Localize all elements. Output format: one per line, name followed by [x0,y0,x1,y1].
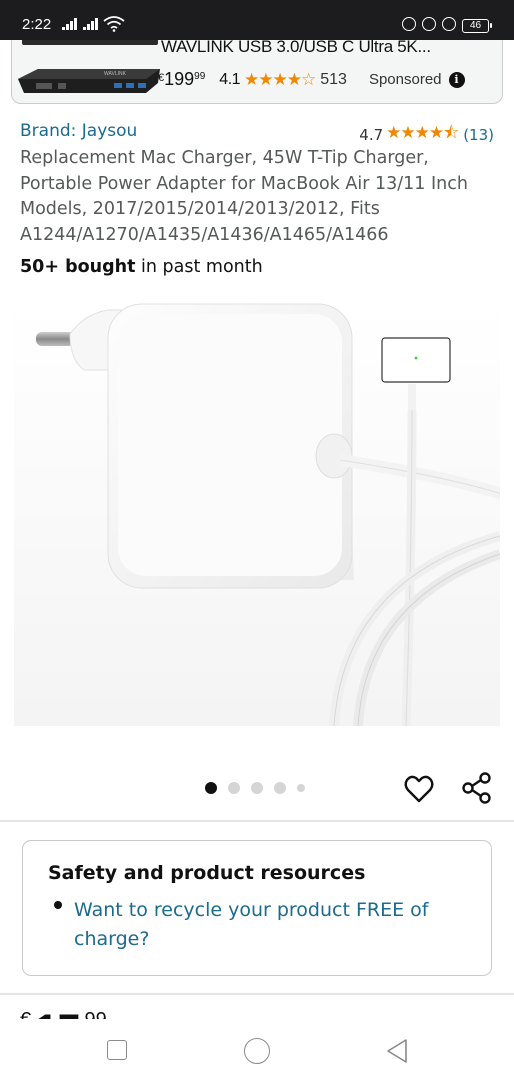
price-fraction: 99 [85,1009,107,1019]
brand-link[interactable]: Brand: Jaysou [20,121,137,141]
ad-price-whole: 199 [164,69,195,89]
status-bar: 2:22 46 [0,0,514,40]
section-divider [0,820,514,822]
ad-image-brand: WAVLINK [104,71,127,77]
ad-review-count: 513 [320,70,347,88]
ad-rating: 4.1 [219,70,241,88]
back-icon[interactable] [384,1038,410,1064]
ad-meta-row: € 199 99 4.1 ★★★★☆ 513 Sponsored i [158,69,465,90]
carousel-dot[interactable] [297,784,305,792]
data-saver-icon [402,17,416,31]
product-image[interactable] [14,300,500,726]
bought-period: in past month [135,257,263,277]
heart-icon[interactable] [403,773,435,805]
signal-strength-icon [62,18,77,30]
status-time: 2:22 [22,16,52,33]
recent-apps-icon[interactable] [107,1040,127,1060]
share-icon[interactable] [461,771,493,805]
alarm-icon [442,17,456,31]
price-currency: € [20,1009,31,1019]
ad-price-fraction: 99 [194,71,206,82]
image-carousel-indicator[interactable] [205,782,305,794]
home-icon[interactable] [244,1038,270,1064]
ad-star-rating-icon: ★★★★☆ [244,69,316,89]
rating-value: 4.7 [359,125,384,144]
product-title: Replacement Mac Charger, 45W T-Tip Charg… [20,148,468,245]
system-nav-bar [0,1019,514,1085]
carousel-dot[interactable] [228,782,240,794]
safety-title: Safety and product resources [48,862,366,884]
ad-title[interactable]: WAVLINK USB 3.0/USB C Ultra 5K... [161,37,431,57]
bought-in-past-month: 50+ bought in past month [20,257,263,277]
section-divider-2 [0,993,514,995]
carousel-dot[interactable] [274,782,286,794]
bullet-icon [54,901,62,909]
battery-icon: 46 [462,19,492,33]
carousel-dot[interactable] [251,782,263,794]
lock-icon [422,17,436,31]
info-icon[interactable]: i [448,71,465,88]
docking-station-image: WAVLINK [18,31,160,93]
safety-resources-box: Safety and product resources Want to rec… [22,840,492,976]
sponsored-label: Sponsored [368,71,442,88]
rating-count-link[interactable]: (13) [463,126,494,144]
star-rating-icon: ★★★★⯪ [386,123,459,143]
product-rating[interactable]: 4.7 ★★★★⯪ (13) [359,120,494,149]
signal-strength-icon-2 [83,18,98,30]
recycle-link[interactable]: Want to recycle your product FREE of cha… [74,896,474,953]
carousel-dot[interactable] [205,782,217,794]
product-price: € 17 99 [20,1005,107,1019]
wifi-icon [103,16,125,32]
price-whole: 17 [36,1007,81,1019]
bought-count: 50+ bought [20,257,136,277]
